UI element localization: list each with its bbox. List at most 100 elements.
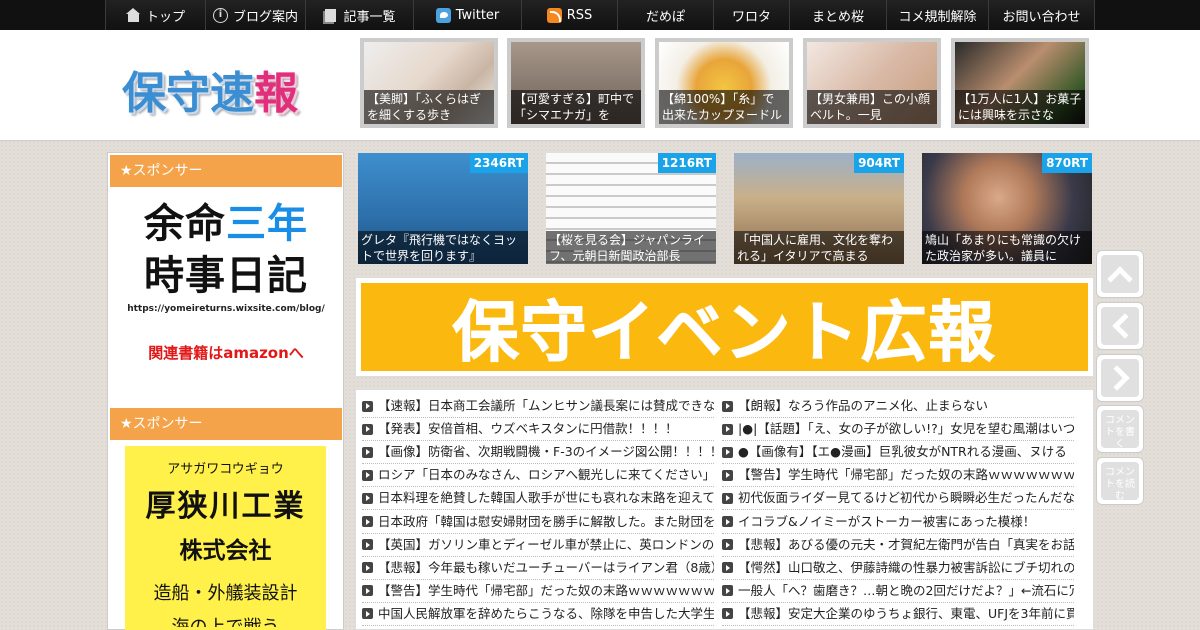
header-article-tile[interactable]: 【美脚】「ふくらはぎを細くする歩き	[360, 38, 498, 128]
event-banner[interactable]: 保守イベント広報	[355, 277, 1094, 377]
ad-url: https://yomeireturns.wixsite.com/blog/	[127, 304, 325, 314]
ad-title-line2: 時事日記	[144, 253, 308, 299]
bullet-arrow-icon	[362, 446, 373, 458]
prev-button[interactable]	[1096, 302, 1144, 350]
article-link-text: イコラブ&ノイミーがストーカー被害にあった模様！	[738, 513, 1036, 529]
nav-item[interactable]: お問い合わせ	[988, 0, 1095, 30]
read-comment-button[interactable]: コメントを読む	[1096, 457, 1144, 505]
article-link-text: 【発表】安倍首相、ウズベキスタンに円借款！！！！	[378, 421, 678, 437]
article-link[interactable]: 【画像】防衛省、次期戦闘機・F-3のイメージ図公開！！！！	[362, 441, 714, 465]
next-button[interactable]	[1096, 354, 1144, 402]
nav-item[interactable]: まとめ桜	[789, 0, 886, 30]
site-logo[interactable]: 保守速報	[122, 57, 322, 119]
nav-item[interactable]: だめぽ	[617, 0, 713, 30]
article-link-text: ●【画像有】【エ●漫画】巨乳彼女がNTRれる漫画、ヌける	[738, 444, 1067, 460]
article-caption: 【男女兼用】この小顔ベルト。一見	[807, 90, 937, 124]
twitter-icon	[435, 7, 451, 23]
banner-inner: 保守イベント広報	[361, 283, 1088, 372]
rt-article-tile[interactable]: 1216RT 【桜を見る会】ジャパンライフ、元朝日新聞政治部長	[546, 153, 716, 264]
article-link-text: 日本料理を絶賛した韓国人歌手が世にも哀れな末路を迎えてし	[378, 490, 714, 506]
article-link[interactable]: 中国人民解放軍を辞めたらこうなる、除隊を申告した大学生に	[362, 603, 714, 626]
logo-char: 保	[122, 68, 166, 119]
article-link[interactable]: 【発表】安倍首相、ウズベキスタンに円借款！！！！	[362, 418, 714, 442]
article-link[interactable]: 【悲報】安定大企業のゆうちょ銀行、東電、UFJを3年前に買っ	[722, 603, 1074, 626]
nav-item[interactable]: コメ規制解除	[886, 0, 988, 30]
article-link[interactable]: 【英国】ガソリン車とディーゼル車が禁止に、英ロンドンの一	[362, 534, 714, 557]
nav-item[interactable]: ワロタ	[713, 0, 789, 30]
article-link[interactable]: 日本料理を絶賛した韓国人歌手が世にも哀れな末路を迎えてし	[362, 487, 714, 511]
nav-item[interactable]: 記事一覧	[305, 0, 413, 30]
amazon-link[interactable]: 関連書籍はamazonへ	[120, 342, 332, 363]
bullet-arrow-icon	[722, 516, 733, 528]
button-face	[1101, 255, 1139, 293]
article-link-text: ロシア「日本のみなさん、ロシアへ観光しに来てください」	[378, 467, 714, 483]
ad-company-tagline: 海の上で戦う	[125, 613, 326, 627]
article-link-text: 初代仮面ライダー見てるけど初代から瞬瞬必生だったんだな...	[738, 490, 1074, 506]
article-link[interactable]: ●【画像有】【エ●漫画】巨乳彼女がNTRれる漫画、ヌける	[722, 441, 1074, 465]
header-article-tile[interactable]: 【綿100%】「糸」で出来たカップヌードル	[655, 38, 793, 128]
article-links: 【速報】日本商工会議所「ムンヒサン議長案には賛成できない【発表】安倍首相、ウズベ…	[355, 389, 1094, 630]
ad-company-desc: 造船・外艤装設計	[153, 583, 298, 604]
button-face: コメントを読む	[1101, 462, 1139, 502]
article-link-text: 中国人民解放軍を辞めたらこうなる、除隊を申告した大学生に	[378, 605, 714, 621]
nav-label: まとめ桜	[811, 9, 864, 25]
article-link[interactable]: ロシア「日本のみなさん、ロシアへ観光しに来てください」	[362, 464, 714, 488]
nav-item[interactable]: Twitter	[413, 0, 521, 30]
nav-item[interactable]: トップ	[105, 0, 205, 30]
article-link-text: 【悲報】今年最も稼いだユーチューバーはライアン君（8歳）年	[378, 559, 714, 575]
page-top-button[interactable]	[1096, 250, 1144, 298]
bullet-arrow-icon	[362, 608, 373, 620]
top-nav: トップ i ブログ案内 記事一覧 Twitter RSS だめぽ ワロタ まとめ桜 コメ規制解除 お…	[0, 0, 1200, 30]
article-link-text: 【警告】学生時代「帰宅部」だった奴の末路ｗｗｗｗｗｗｗｗ	[378, 582, 714, 598]
bullet-arrow-icon	[362, 400, 373, 412]
nav-label: Twitter	[455, 7, 500, 23]
sponsor-ad-asagawa[interactable]: アサガワコウギョウ 厚狭川工業 株式会社 造船・外艤装設計 海の上で戦う	[125, 446, 326, 630]
header-article-tile[interactable]: 【1万人に1人】お菓子には興味を示さな	[951, 38, 1089, 128]
links-column-left: 【速報】日本商工会議所「ムンヒサン議長案には賛成できない【発表】安倍首相、ウズベ…	[362, 395, 714, 626]
header-article-tile[interactable]: 【男女兼用】この小顔ベルト。一見	[803, 38, 941, 128]
article-caption: 【可愛すぎる】町中で「シマエナガ」を	[511, 90, 641, 124]
sponsor-ad-yomei[interactable]: 余命三年 時事日記 https://yomeireturns.wixsite.c…	[120, 198, 332, 388]
retweet-count-badge: 870RT	[1042, 153, 1092, 173]
article-link[interactable]: 初代仮面ライダー見てるけど初代から瞬瞬必生だったんだな...	[722, 487, 1074, 511]
ad-company-name: 厚狭川工業	[145, 489, 306, 524]
article-link[interactable]: 【朗報】なろう作品のアニメ化、止まらない	[722, 395, 1074, 419]
article-link[interactable]: イコラブ&ノイミーがストーカー被害にあった模様！	[722, 510, 1074, 534]
nav-label: 記事一覧	[343, 9, 396, 25]
bullet-arrow-icon	[362, 516, 373, 528]
nav-item[interactable]: i ブログ案内	[205, 0, 305, 30]
article-link[interactable]: 【警告】学生時代「帰宅部」だった奴の末路ｗｗｗｗｗｗｗｗ	[722, 464, 1074, 488]
chevron-up-icon	[1107, 266, 1133, 292]
article-link[interactable]: 一般人「へ？歯磨き？…朝と晩の2回だけだよ？」←流石に冗談	[722, 580, 1074, 603]
bullet-arrow-icon	[722, 539, 733, 551]
article-link[interactable]: 【速報】日本商工会議所「ムンヒサン議長案には賛成できない	[362, 395, 714, 419]
article-link[interactable]: 【警告】学生時代「帰宅部」だった奴の末路ｗｗｗｗｗｗｗｗ	[362, 580, 714, 603]
button-face	[1101, 307, 1139, 345]
write-comment-button[interactable]: コメントを書く	[1096, 405, 1144, 453]
bullet-arrow-icon	[722, 585, 733, 597]
button-label: コメントを読む	[1105, 467, 1135, 502]
article-caption: 【1万人に1人】お菓子には興味を示さな	[955, 90, 1085, 124]
button-label: コメントを書く	[1105, 415, 1135, 450]
nav-label: トップ	[145, 9, 185, 25]
rt-article-tile[interactable]: 904RT 「中国人に雇用、文化を奪われる」イタリアで高まる	[734, 153, 904, 264]
article-link[interactable]: 【愕然】山口敬之、伊藤詩織の性暴力被害訴訟にブチ切れの理	[722, 557, 1074, 580]
bullet-arrow-icon	[722, 469, 733, 481]
ad-title-text: 三年	[226, 201, 308, 247]
nav-label: ブログ案内	[232, 9, 298, 25]
bullet-arrow-icon	[722, 608, 733, 620]
article-link-text: |●|【話題】「え、女の子が欲しい!?」女児を望む風潮はいつか	[738, 421, 1074, 437]
ad-title-text: 余命	[144, 201, 226, 247]
article-link[interactable]: 日本政府「韓国は慰安婦財団を勝手に解散した。また財団を作	[362, 510, 714, 534]
bullet-arrow-icon	[722, 562, 733, 574]
article-link[interactable]: 【悲報】今年最も稼いだユーチューバーはライアン君（8歳）年	[362, 557, 714, 580]
article-link[interactable]: |●|【話題】「え、女の子が欲しい!?」女児を望む風潮はいつか	[722, 418, 1074, 442]
article-link[interactable]: 【悲報】あびる優の元夫・才賀紀左衛門が告白「真実をお話し	[722, 534, 1074, 557]
header-article-tile[interactable]: 【可愛すぎる】町中で「シマエナガ」を	[507, 38, 645, 128]
rt-article-tile[interactable]: 870RT 鳩山「あまりにも常識の欠けた政治家が多い。議員に	[922, 153, 1092, 264]
nav-item[interactable]: RSS	[521, 0, 617, 30]
rt-article-tile[interactable]: 2346RT グレタ『飛行機ではなくヨットで世界を回ります』	[358, 153, 528, 264]
nav-label: お問い合わせ	[1002, 9, 1081, 25]
bullet-arrow-icon	[362, 539, 373, 551]
article-link-text: 【悲報】あびる優の元夫・才賀紀左衛門が告白「真実をお話し	[738, 536, 1074, 552]
